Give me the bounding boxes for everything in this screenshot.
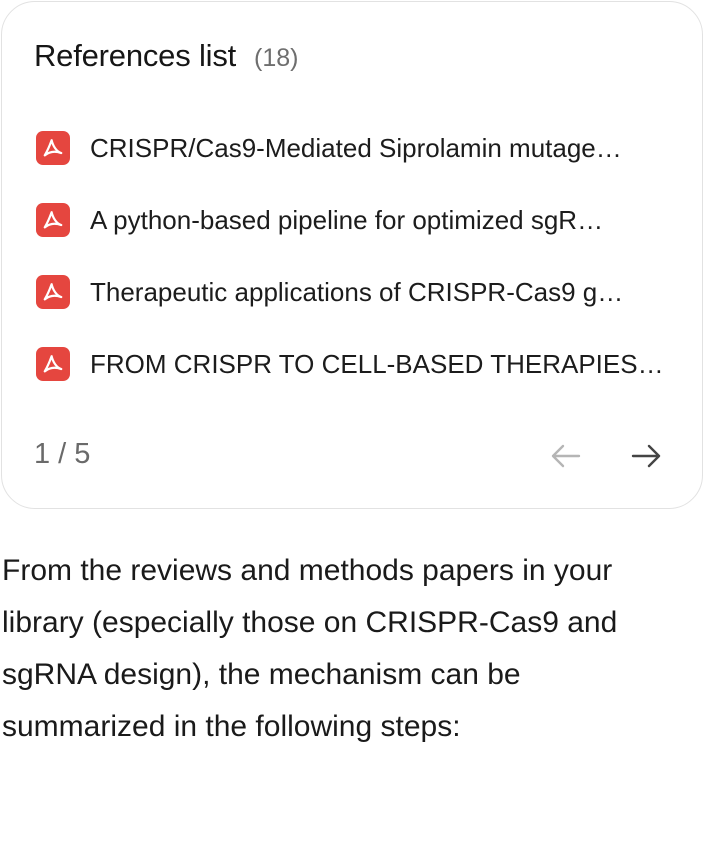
next-page-button[interactable] bbox=[626, 436, 666, 476]
reference-title: CRISPR/Cas9-Mediated Siprolamin mutage… bbox=[90, 132, 622, 163]
references-title: References list bbox=[34, 38, 237, 73]
arrow-left-icon bbox=[551, 444, 581, 468]
pdf-icon bbox=[36, 203, 70, 237]
reference-item[interactable]: Therapeutic applications of CRISPR-Cas9 … bbox=[36, 274, 686, 310]
references-count: (18) bbox=[254, 44, 299, 72]
assistant-message-text: From the reviews and methods papers in y… bbox=[2, 554, 618, 743]
references-list: CRISPR/Cas9-Mediated Siprolamin mutage… … bbox=[36, 130, 686, 418]
reference-item[interactable]: CRISPR/Cas9-Mediated Siprolamin mutage… bbox=[36, 130, 686, 166]
reference-title: A python-based pipeline for optimized sg… bbox=[90, 204, 604, 235]
references-header: References list (18) bbox=[34, 38, 299, 74]
reference-item[interactable]: A python-based pipeline for optimized sg… bbox=[36, 202, 686, 238]
pdf-icon bbox=[36, 131, 70, 165]
reference-item[interactable]: FROM CRISPR TO CELL-BASED THERAPIES… bbox=[36, 346, 686, 382]
reference-title: Therapeutic applications of CRISPR-Cas9 … bbox=[90, 276, 624, 307]
previous-page-button[interactable] bbox=[546, 436, 586, 476]
references-card: References list (18) CRISPR/Cas9-Mediate… bbox=[1, 1, 703, 509]
pdf-icon bbox=[36, 347, 70, 381]
pdf-icon bbox=[36, 275, 70, 309]
pagination-indicator: 1 / 5 bbox=[34, 438, 91, 470]
reference-title: FROM CRISPR TO CELL-BASED THERAPIES… bbox=[90, 348, 664, 379]
arrow-right-icon bbox=[631, 444, 661, 468]
